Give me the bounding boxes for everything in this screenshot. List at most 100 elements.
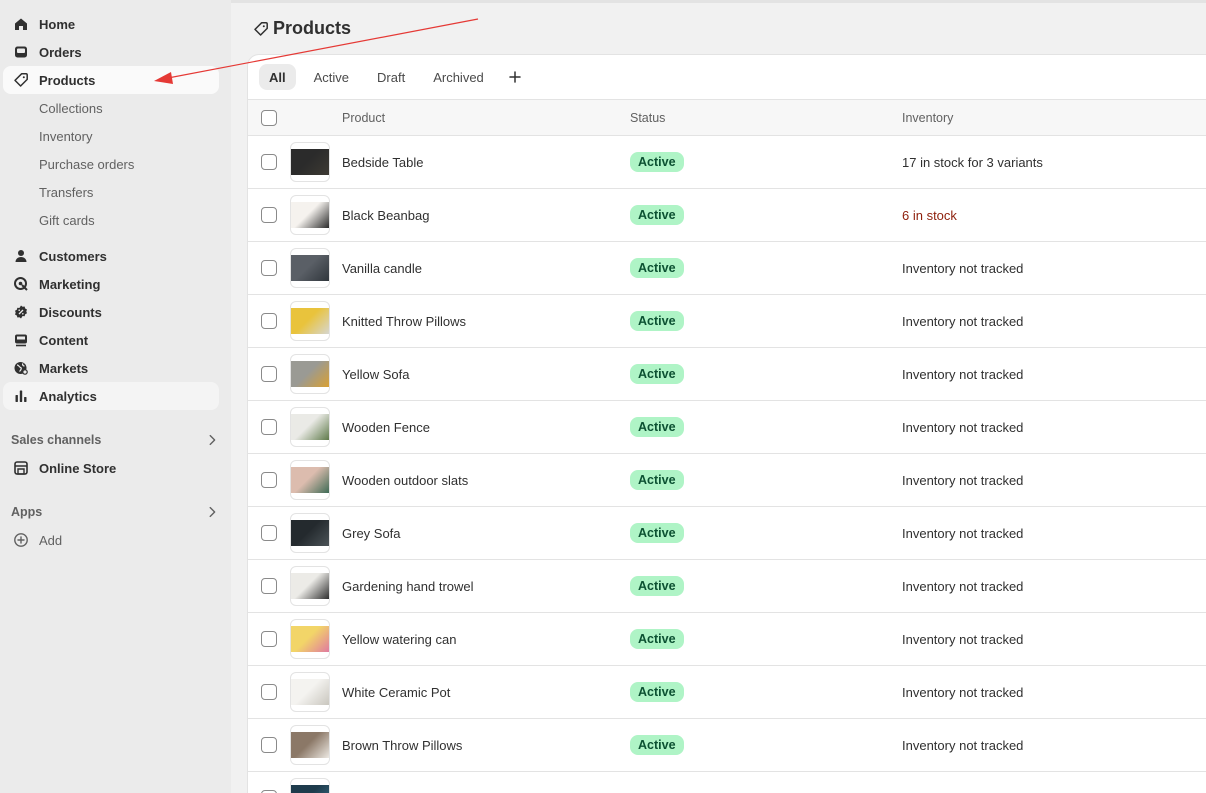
sidebar-item-analytics[interactable]: Analytics: [3, 382, 219, 410]
product-name[interactable]: Vanilla candle: [342, 261, 630, 276]
status-badge: Active: [630, 417, 684, 437]
sidebar-item-label: Analytics: [39, 388, 97, 404]
table-row[interactable]: White Ceramic Pot Active Inventory not tra…: [248, 666, 1206, 719]
product-name[interactable]: Wooden outdoor slats: [342, 473, 630, 488]
row-checkbox[interactable]: [261, 578, 277, 594]
row-checkbox[interactable]: [261, 313, 277, 329]
sidebar-item-orders[interactable]: Orders: [3, 38, 219, 66]
row-checkbox[interactable]: [261, 366, 277, 382]
product-thumbnail: [290, 619, 330, 659]
product-thumbnail: [290, 354, 330, 394]
table-row[interactable]: Brown Throw Pillows Active Inventory not t…: [248, 719, 1206, 772]
sidebar-subitem-inventory[interactable]: Inventory: [0, 122, 231, 150]
sales-channels-section[interactable]: Sales channels: [3, 426, 219, 454]
row-checkbox[interactable]: [261, 631, 277, 647]
table-row[interactable]: Knitted Throw Pillows Active Inventory not…: [248, 295, 1206, 348]
status-badge: Active: [630, 523, 684, 543]
sidebar-item-discounts[interactable]: Discounts: [3, 298, 219, 326]
product-thumbnail: [290, 301, 330, 341]
row-checkbox[interactable]: [261, 260, 277, 276]
store-icon: [12, 459, 30, 477]
table-row[interactable]: [248, 772, 1206, 793]
tab-archived[interactable]: Archived: [423, 64, 494, 90]
table-row[interactable]: Gardening hand trowel Active Inventory not…: [248, 560, 1206, 613]
inventory-value: Inventory not tracked: [902, 578, 1024, 594]
sidebar-item-label: Customers: [39, 248, 107, 264]
row-checkbox[interactable]: [261, 525, 277, 541]
row-checkbox[interactable]: [261, 207, 277, 223]
content-icon: [12, 331, 30, 349]
status-badge: Active: [630, 629, 684, 649]
sidebar-item-marketing[interactable]: Marketing: [3, 270, 219, 298]
status-badge: Active: [630, 682, 684, 702]
row-checkbox[interactable]: [261, 154, 277, 170]
table-row[interactable]: Yellow Sofa Active Inventory not tracked: [248, 348, 1206, 401]
row-checkbox[interactable]: [261, 419, 277, 435]
sidebar-subitem-purchase-orders[interactable]: Purchase orders: [0, 150, 231, 178]
select-all-checkbox[interactable]: [261, 109, 277, 126]
product-name[interactable]: Black Beanbag: [342, 208, 630, 223]
table-row[interactable]: Yellow watering can Active Inventory not t…: [248, 613, 1206, 666]
product-name[interactable]: Yellow Sofa: [342, 367, 630, 382]
tab-draft[interactable]: Draft: [367, 64, 415, 90]
apps-label: Apps: [11, 505, 43, 519]
inventory-value: Inventory not tracked: [902, 525, 1024, 541]
row-checkbox[interactable]: [261, 737, 277, 753]
product-name[interactable]: Grey Sofa: [342, 526, 630, 541]
sidebar-subitem-collections[interactable]: Collections: [0, 94, 231, 122]
product-name[interactable]: White Ceramic Pot: [342, 685, 630, 700]
sidebar-item-label: Online Store: [39, 460, 117, 476]
product-name[interactable]: Wooden Fence: [342, 420, 630, 435]
product-thumbnail: [290, 142, 330, 182]
add-view-button[interactable]: [502, 64, 528, 90]
product-thumbnail: [290, 672, 330, 712]
globe-icon: [12, 359, 30, 377]
sidebar-subitem-gift-cards[interactable]: Gift cards: [0, 206, 231, 234]
sidebar-item-content[interactable]: Content: [3, 326, 219, 354]
target-icon: [12, 275, 30, 293]
table-row[interactable]: Wooden Fence Active Inventory not tracked: [248, 401, 1206, 454]
product-thumbnail: [290, 460, 330, 500]
product-thumbnail: [290, 248, 330, 288]
inbox-icon: [12, 43, 30, 61]
tag-icon: [254, 21, 268, 36]
status-badge: Active: [630, 258, 684, 278]
sidebar-item-online-store[interactable]: Online Store: [3, 454, 219, 482]
table-row[interactable]: Black Beanbag Active 6 in stock: [248, 189, 1206, 242]
product-name[interactable]: Brown Throw Pillows: [342, 738, 630, 753]
column-header-product[interactable]: Product: [342, 111, 630, 125]
inventory-value: Inventory not tracked: [902, 631, 1024, 647]
row-checkbox[interactable]: [261, 472, 277, 488]
product-name[interactable]: Knitted Throw Pillows: [342, 314, 630, 329]
discount-icon: [12, 303, 30, 321]
plus-circle-icon: [12, 531, 30, 549]
sidebar-item-markets[interactable]: Markets: [3, 354, 219, 382]
product-thumbnail: [290, 407, 330, 447]
sidebar-item-home[interactable]: Home: [3, 10, 219, 38]
page-title: Products: [273, 18, 352, 38]
sidebar-item-customers[interactable]: Customers: [3, 242, 219, 270]
product-name[interactable]: Yellow watering can: [342, 632, 630, 647]
apps-section[interactable]: Apps: [3, 498, 219, 526]
main-content: Products All Active Draft Archived Product …: [231, 0, 1206, 793]
page-header: Products: [253, 18, 351, 39]
add-app-button[interactable]: Add: [3, 526, 219, 554]
table-row[interactable]: Vanilla candle Active Inventory not tracke…: [248, 242, 1206, 295]
product-name[interactable]: Bedside Table: [342, 155, 630, 170]
products-card: All Active Draft Archived Product Status In…: [247, 54, 1206, 793]
product-name[interactable]: Gardening hand trowel: [342, 579, 630, 594]
inventory-value: Inventory not tracked: [902, 366, 1024, 382]
table-row[interactable]: Wooden outdoor slats Active Inventory not …: [248, 454, 1206, 507]
sidebar-item-products[interactable]: Products: [3, 66, 219, 94]
column-header-status[interactable]: Status: [630, 111, 902, 125]
inventory-value: 6 in stock: [902, 207, 957, 223]
chevron-right-icon: [209, 506, 216, 518]
product-thumbnail: [290, 778, 330, 793]
tab-all[interactable]: All: [259, 64, 296, 90]
row-checkbox[interactable]: [261, 684, 277, 700]
table-row[interactable]: Bedside Table Active 17 in stock for 3 var…: [248, 136, 1206, 189]
table-row[interactable]: Grey Sofa Active Inventory not tracked: [248, 507, 1206, 560]
column-header-inventory[interactable]: Inventory: [902, 111, 1206, 125]
sidebar-subitem-transfers[interactable]: Transfers: [0, 178, 231, 206]
tab-active[interactable]: Active: [304, 64, 359, 90]
